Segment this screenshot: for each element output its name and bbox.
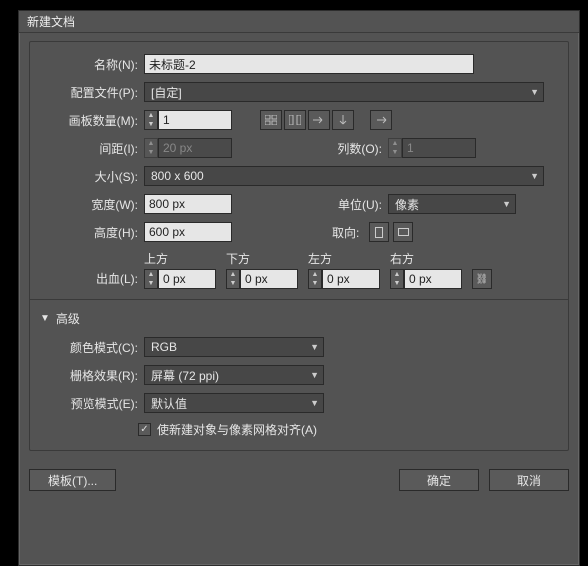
raster-effects-select[interactable]: 屏幕 (72 ppi) ▼	[144, 365, 324, 385]
landscape-icon	[398, 228, 409, 236]
width-label: 宽度(W):	[40, 196, 138, 213]
spin-up-icon[interactable]: ▲	[309, 270, 321, 279]
unit-value: 像素	[395, 196, 419, 213]
color-mode-label: 颜色模式(C):	[40, 339, 138, 356]
orientation-portrait-button[interactable]	[369, 222, 389, 242]
bleed-label: 出血(L):	[40, 270, 138, 289]
spin-down-icon[interactable]: ▼	[227, 279, 239, 288]
bleed-top-spinner[interactable]: ▲▼	[144, 269, 216, 289]
spin-up-icon: ▲	[389, 139, 401, 148]
bleed-right-label: 右方	[390, 250, 462, 267]
templates-button[interactable]: 模板(T)...	[29, 469, 116, 491]
spin-down-icon[interactable]: ▼	[145, 120, 157, 129]
spin-up-icon[interactable]: ▲	[145, 270, 157, 279]
bleed-left-input[interactable]	[322, 269, 380, 289]
dropdown-arrow-icon: ▼	[310, 370, 319, 380]
cancel-button[interactable]: 取消	[489, 469, 569, 491]
bleed-bottom-input[interactable]	[240, 269, 298, 289]
align-pixel-label: 使新建对象与像素网格对齐(A)	[157, 421, 317, 438]
bleed-left-spinner[interactable]: ▲▼	[308, 269, 380, 289]
spacing-input	[158, 138, 232, 158]
profile-label: 配置文件(P):	[40, 84, 138, 101]
unit-select[interactable]: 像素 ▼	[388, 194, 516, 214]
columns-input	[402, 138, 476, 158]
size-value: 800 x 600	[151, 169, 204, 183]
artboards-label: 画板数量(M):	[40, 112, 138, 129]
bleed-left-label: 左方	[308, 250, 380, 267]
grid-row-icon[interactable]	[260, 110, 282, 130]
disclosure-triangle-icon: ▼	[40, 313, 50, 324]
raster-effects-value: 屏幕 (72 ppi)	[151, 367, 219, 384]
profile-select[interactable]: [自定] ▼	[144, 82, 544, 102]
dropdown-arrow-icon: ▼	[310, 398, 319, 408]
bleed-right-spinner[interactable]: ▲▼	[390, 269, 462, 289]
spin-down-icon: ▼	[145, 148, 157, 157]
ok-button[interactable]: 确定	[399, 469, 479, 491]
profile-value: [自定]	[151, 84, 182, 101]
dropdown-arrow-icon: ▼	[530, 87, 539, 97]
dropdown-arrow-icon: ▼	[310, 342, 319, 352]
orientation-landscape-button[interactable]	[393, 222, 413, 242]
spin-down-icon[interactable]: ▼	[145, 279, 157, 288]
spin-up-icon: ▲	[145, 139, 157, 148]
unit-label: 单位(U):	[322, 196, 382, 213]
dropdown-arrow-icon: ▼	[502, 199, 511, 209]
artboards-spinner[interactable]: ▲▼	[144, 110, 232, 130]
spin-up-icon[interactable]: ▲	[391, 270, 403, 279]
size-select[interactable]: 800 x 600 ▼	[144, 166, 544, 186]
advanced-toggle[interactable]: ▼ 高级	[40, 310, 558, 327]
bleed-top-input[interactable]	[158, 269, 216, 289]
row-down-icon[interactable]	[370, 110, 392, 130]
dialog-content: 名称(N): 配置文件(P): [自定] ▼ 画板数量(M): ▲▼	[19, 33, 579, 459]
raster-effects-label: 栅格效果(R):	[40, 367, 138, 384]
separator	[30, 299, 568, 300]
name-input[interactable]	[144, 54, 474, 74]
dropdown-arrow-icon: ▼	[530, 171, 539, 181]
preview-mode-value: 默认值	[151, 395, 187, 412]
height-label: 高度(H):	[40, 224, 138, 241]
row-rtl-icon[interactable]	[332, 110, 354, 130]
align-pixel-checkbox[interactable]: ✓	[138, 423, 151, 436]
bleed-top-label: 上方	[144, 250, 216, 267]
spin-down-icon: ▼	[389, 148, 401, 157]
advanced-label: 高级	[56, 310, 80, 327]
artboards-input[interactable]	[158, 110, 232, 130]
size-label: 大小(S):	[40, 168, 138, 185]
bleed-bottom-spinner[interactable]: ▲▼	[226, 269, 298, 289]
dialog-footer: 模板(T)... 确定 取消	[19, 459, 579, 497]
spin-up-icon[interactable]: ▲	[227, 270, 239, 279]
bleed-link-button[interactable]: ⛓	[472, 269, 492, 289]
link-icon: ⛓	[476, 274, 489, 285]
title-bar: 新建文档	[19, 11, 579, 33]
spin-down-icon[interactable]: ▼	[309, 279, 321, 288]
spacing-spinner: ▲▼	[144, 138, 232, 158]
columns-spinner: ▲▼	[388, 138, 476, 158]
bleed-right-input[interactable]	[404, 269, 462, 289]
width-input[interactable]	[144, 194, 232, 214]
preview-mode-label: 预览模式(E):	[40, 395, 138, 412]
preview-mode-select[interactable]: 默认值 ▼	[144, 393, 324, 413]
columns-label: 列数(O):	[322, 140, 382, 157]
name-label: 名称(N):	[40, 56, 138, 73]
spacing-label: 间距(I):	[40, 140, 138, 157]
new-document-dialog: 新建文档 名称(N): 配置文件(P): [自定] ▼ 画板数量(M): ▲▼	[18, 10, 580, 566]
spin-up-icon[interactable]: ▲	[145, 111, 157, 120]
main-group: 名称(N): 配置文件(P): [自定] ▼ 画板数量(M): ▲▼	[29, 41, 569, 451]
portrait-icon	[375, 227, 383, 238]
bleed-bottom-label: 下方	[226, 250, 298, 267]
color-mode-select[interactable]: RGB ▼	[144, 337, 324, 357]
orientation-label: 取向:	[332, 224, 359, 241]
row-ltr-icon[interactable]	[308, 110, 330, 130]
grid-col-icon[interactable]	[284, 110, 306, 130]
spin-down-icon[interactable]: ▼	[391, 279, 403, 288]
dialog-title: 新建文档	[27, 15, 75, 29]
height-input[interactable]	[144, 222, 232, 242]
color-mode-value: RGB	[151, 340, 177, 354]
